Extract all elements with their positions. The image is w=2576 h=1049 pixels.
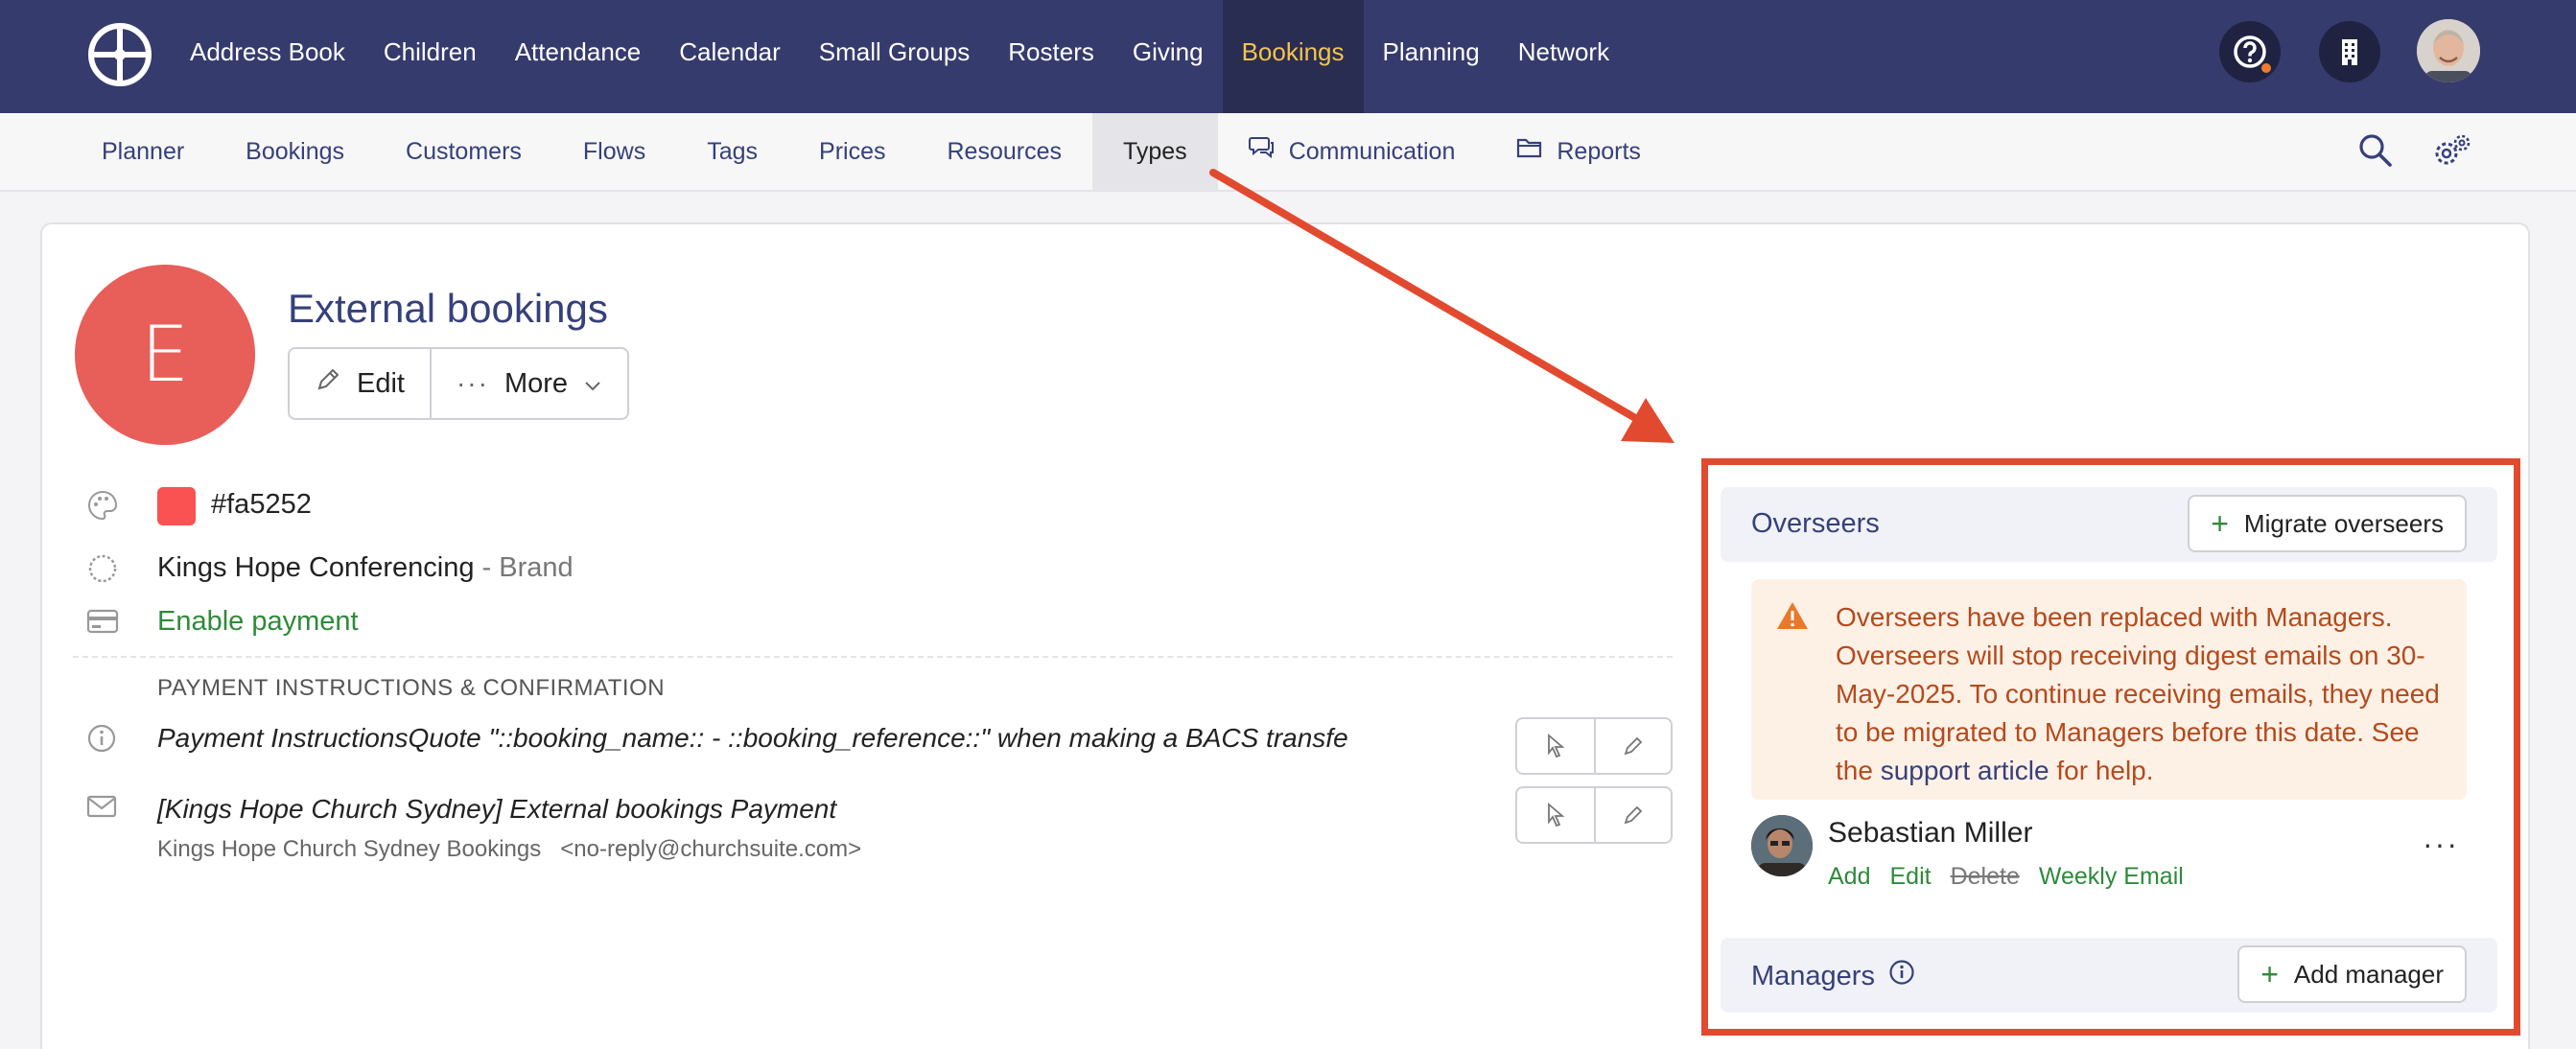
email-from-name: Kings Hope Church Sydney Bookings <box>157 836 542 862</box>
nav-planning[interactable]: Planning <box>1364 0 1499 113</box>
more-label: More <box>503 367 569 399</box>
palette-icon <box>86 489 119 526</box>
brand-name-text: Kings Hope Conferencing <box>157 552 475 583</box>
nav-bookings[interactable]: Bookings <box>1222 0 1364 113</box>
nav-network[interactable]: Network <box>1499 0 1628 113</box>
subnav-planner[interactable]: Planner <box>71 113 215 190</box>
credit-card-icon <box>86 608 119 640</box>
subnav-label: Bookings <box>246 138 345 165</box>
subnav-label: Communication <box>1288 138 1456 165</box>
email-subject: [Kings Hope Church Sydney] External book… <box>157 794 837 824</box>
notification-dot <box>2260 61 2273 75</box>
nav-attendance[interactable]: Attendance <box>496 0 661 113</box>
email-from: Kings Hope Church Sydney Bookings <no-re… <box>157 836 861 863</box>
pencil-icon[interactable] <box>1594 788 1671 842</box>
nav-address-book[interactable]: Address Book <box>171 0 364 113</box>
subnav-types[interactable]: Types <box>1091 113 1218 190</box>
cursor-icon[interactable] <box>1517 788 1594 842</box>
subnav-label: Customers <box>406 138 522 165</box>
nav-calendar[interactable]: Calendar <box>660 0 800 113</box>
pencil-icon[interactable] <box>1594 719 1671 773</box>
cursor-icon[interactable] <box>1517 719 1594 773</box>
logo-icon[interactable] <box>86 21 153 88</box>
divider <box>73 656 1673 658</box>
section-heading: PAYMENT INSTRUCTIONS & CONFIRMATION <box>157 675 666 701</box>
chevron-down-icon <box>583 368 602 400</box>
email-from-address: <no-reply@churchsuite.com> <box>560 836 862 862</box>
brand-suffix: - Brand <box>481 552 574 583</box>
subnav-label: Flows <box>582 138 646 165</box>
brand-circle-icon <box>86 552 119 590</box>
building-icon[interactable] <box>2319 21 2380 82</box>
help-icon[interactable] <box>2219 21 2281 82</box>
ellipsis-icon: ··· <box>456 368 489 398</box>
highlight-box <box>1701 458 2520 1036</box>
brand-name: Kings Hope Conferencing - Brand <box>157 552 574 584</box>
subnav-prices[interactable]: Prices <box>788 113 916 190</box>
color-hex: #fa5252 <box>211 489 312 520</box>
user-avatar[interactable] <box>2417 19 2480 82</box>
more-button[interactable]: ··· More <box>429 349 627 418</box>
payment-instructions-text: Payment InstructionsQuote "::booking_nam… <box>157 723 1348 753</box>
nav-rosters[interactable]: Rosters <box>989 0 1113 113</box>
subnav-tags[interactable]: Tags <box>676 113 788 190</box>
subnav-bookings[interactable]: Bookings <box>215 113 375 190</box>
chat-icon <box>1248 113 1276 190</box>
edit-button[interactable]: Edit <box>290 349 430 418</box>
type-avatar: E <box>75 265 255 445</box>
nav-giving[interactable]: Giving <box>1113 0 1223 113</box>
subnav-label: Tags <box>707 138 759 165</box>
envelope-icon <box>86 794 117 824</box>
action-button-group: Edit ··· More <box>288 347 630 420</box>
enable-payment-link[interactable]: Enable payment <box>157 606 359 638</box>
subnav-label: Types <box>1122 138 1187 165</box>
subnav-label: Resources <box>947 138 1062 165</box>
subnav-flows[interactable]: Flows <box>552 113 676 190</box>
subnav-label: Reports <box>1557 138 1641 165</box>
top-navbar: Address Book Children Attendance Calenda… <box>0 0 2576 113</box>
subnav-communication[interactable]: Communication <box>1218 113 1487 190</box>
nav-small-groups[interactable]: Small Groups <box>800 0 990 113</box>
color-swatch <box>157 487 196 525</box>
email-actions <box>1515 786 1673 844</box>
edit-label: Edit <box>357 367 405 399</box>
subnav-label: Prices <box>819 138 886 165</box>
subnav-resources[interactable]: Resources <box>916 113 1092 190</box>
nav-children[interactable]: Children <box>364 0 496 113</box>
sub-navbar: Planner Bookings Customers Flows Tags Pr… <box>0 113 2576 192</box>
subnav-reports[interactable]: Reports <box>1486 113 1672 190</box>
subnav-label: Planner <box>102 138 185 165</box>
search-icon[interactable] <box>2357 132 2394 174</box>
subnav-customers[interactable]: Customers <box>375 113 552 190</box>
payment-instructions-actions <box>1515 717 1673 775</box>
settings-gear-icon[interactable] <box>2432 132 2472 175</box>
folder-icon <box>1516 113 1543 190</box>
page-title: External bookings <box>288 286 608 331</box>
info-icon <box>86 723 117 758</box>
pencil-icon <box>315 366 341 401</box>
